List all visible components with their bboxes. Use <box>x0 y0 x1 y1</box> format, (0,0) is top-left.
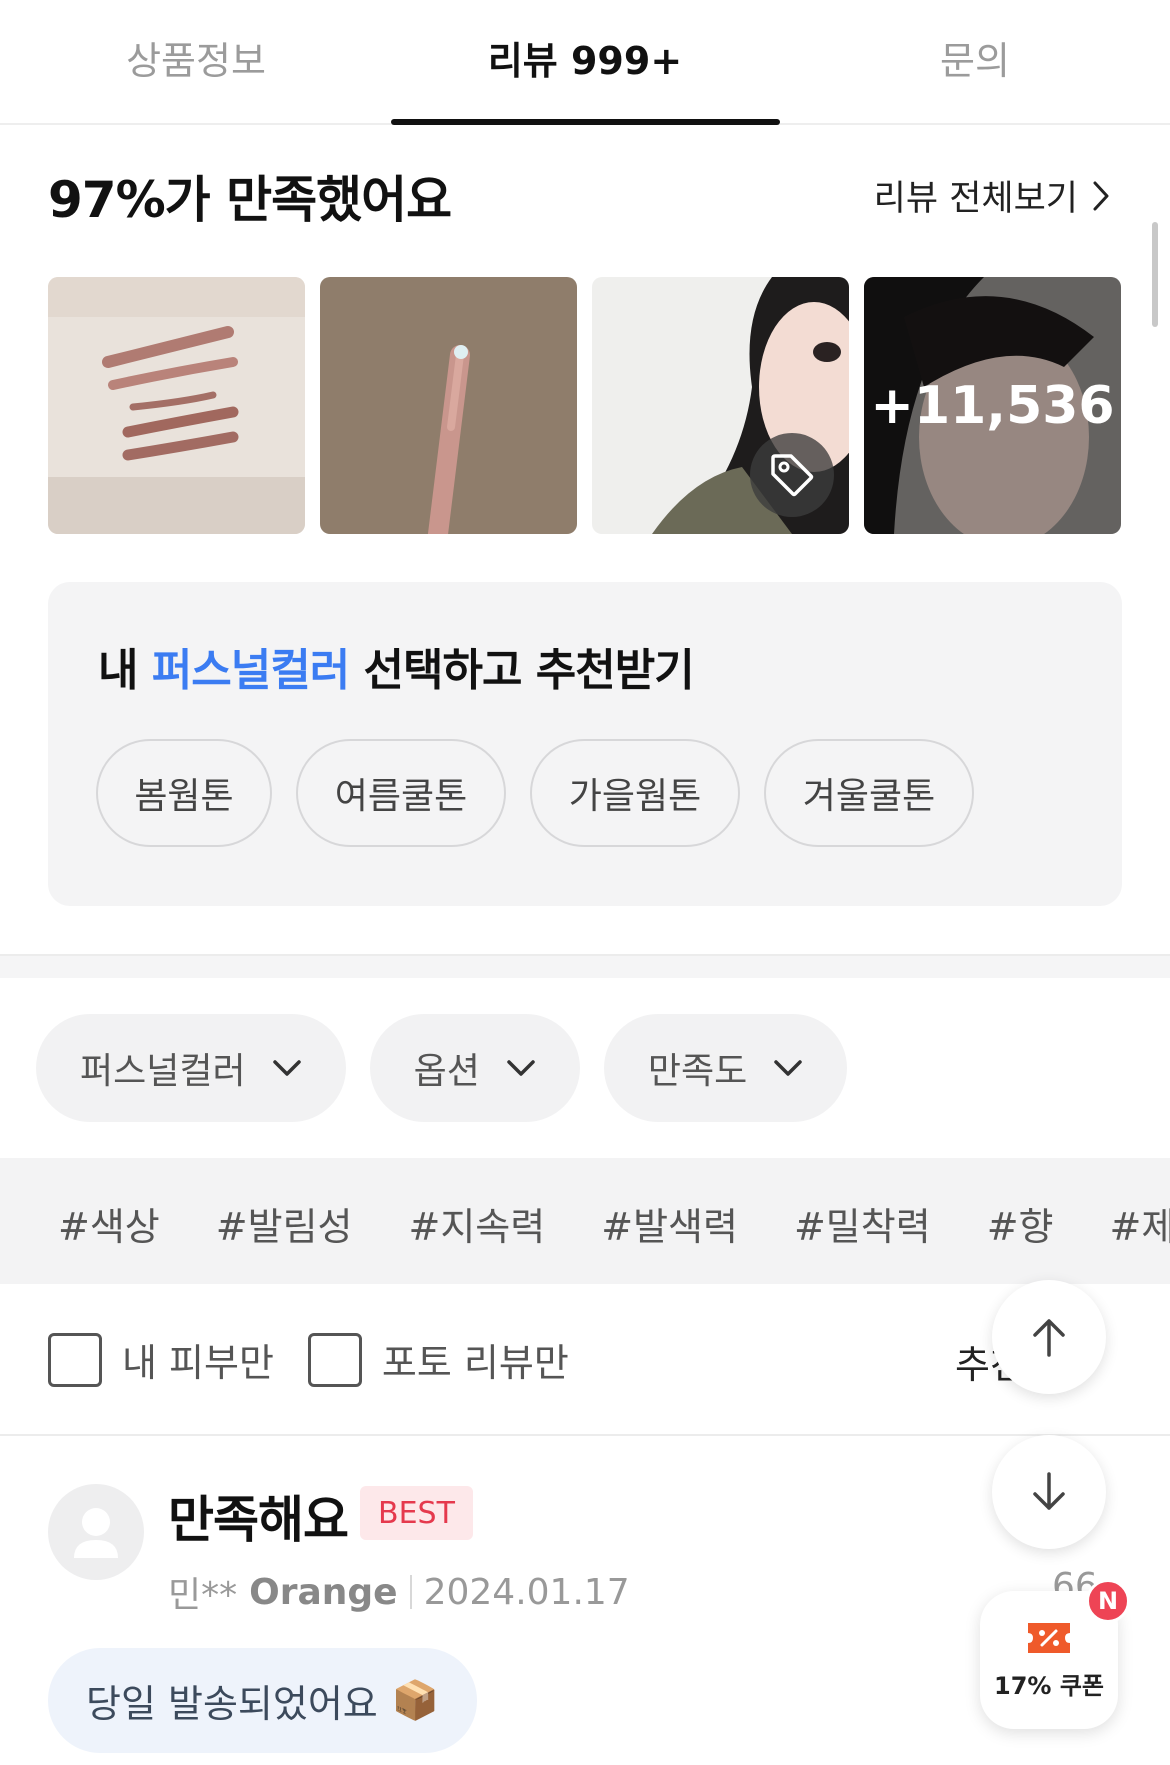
review-title: 만족해요 <box>168 1491 349 1549</box>
coupon-button[interactable]: 17% 쿠폰 N <box>980 1579 1130 1729</box>
filter-option[interactable]: 옵션 <box>369 1014 580 1122</box>
filter-label: 퍼스널컬러 <box>80 1051 246 1092</box>
review-photo-selfie[interactable] <box>592 277 849 534</box>
view-all-reviews-link[interactable]: 리뷰 전체보기 <box>874 170 1110 221</box>
view-all-label: 리뷰 전체보기 <box>873 179 1078 219</box>
hashtag-scent[interactable]: #향 <box>987 1196 1054 1251</box>
chip-spring-warm[interactable]: 봄웜톤 <box>96 739 272 847</box>
arrow-down-icon <box>1033 1472 1065 1510</box>
user-icon <box>74 1508 118 1558</box>
title-suffix: 선택하고 추천받기 <box>349 645 695 696</box>
filter-label: 옵션 <box>413 1051 480 1092</box>
package-icon: 📦 <box>391 1678 440 1722</box>
review-photo-more[interactable]: +11,536 <box>864 277 1121 534</box>
more-photos-count: +11,536 <box>864 277 1121 534</box>
scroll-top-button[interactable] <box>992 1280 1106 1394</box>
best-badge: BEST <box>360 1486 473 1540</box>
hashtag-pigment[interactable]: #발색력 <box>601 1196 738 1251</box>
photo-review-only-toggle[interactable]: 포토 리뷰만 <box>307 1332 569 1387</box>
avatar <box>48 1484 144 1580</box>
chevron-down-icon <box>774 1060 802 1076</box>
satisfaction-title: 97%가 만족했어요 <box>48 171 452 229</box>
title-highlight: 퍼스널컬러 <box>151 645 350 696</box>
review-photo-strip: +11,536 <box>48 277 1121 534</box>
hashtag-adherence[interactable]: #밀착력 <box>794 1196 931 1251</box>
active-tab-indicator <box>391 119 780 125</box>
chip-text: 당일 발송되었어요 <box>86 1682 378 1726</box>
chip-autumn-warm[interactable]: 가을웜톤 <box>530 739 740 847</box>
checkbox[interactable] <box>48 1332 102 1387</box>
filter-bar: 퍼스널컬러 옵션 만족도 <box>36 1014 848 1122</box>
hashtag-texture[interactable]: #제형 <box>1110 1196 1170 1251</box>
my-skin-label: 내 피부만 <box>122 1341 274 1385</box>
hashtag-bar: #색상 #발림성 #지속력 #발색력 #밀착력 #향 #제형 <box>0 1158 1170 1284</box>
scroll-bottom-button[interactable] <box>992 1435 1106 1549</box>
coupon-label: 17% 쿠폰 <box>994 1671 1104 1700</box>
review-keyword-chip: 당일 발송되었어요 📦 <box>48 1648 478 1753</box>
chip-summer-cool[interactable]: 여름쿨톤 <box>296 739 506 847</box>
chevron-right-icon <box>1093 181 1109 210</box>
tab-bar: 상품정보 리뷰 999+ 문의 <box>0 0 1170 125</box>
review-skin-tone: Orange <box>249 1571 398 1613</box>
review-photo-pencil[interactable] <box>320 277 577 534</box>
scrollbar[interactable] <box>1152 222 1158 327</box>
filter-personal-color[interactable]: 퍼스널컬러 <box>36 1014 346 1122</box>
review-photo-swatch-hand[interactable] <box>48 277 305 534</box>
filter-label: 만족도 <box>647 1051 748 1092</box>
review-meta: 민** Orange 2024.01.17 <box>168 1566 630 1618</box>
title-prefix: 내 <box>98 645 152 696</box>
new-badge: N <box>1086 1579 1130 1623</box>
review-options-row: 내 피부만 포토 리뷰만 <box>48 1332 569 1387</box>
filter-satisfaction[interactable]: 만족도 <box>603 1014 848 1122</box>
personal-color-panel: 내 퍼스널컬러 선택하고 추천받기 봄웜톤 여름쿨톤 가을웜톤 겨울쿨톤 <box>48 582 1122 906</box>
review-author: 민** <box>168 1575 238 1616</box>
chevron-down-icon <box>507 1060 535 1076</box>
review-date: 2024.01.17 <box>423 1571 630 1613</box>
tab-reviews[interactable]: 리뷰 999+ <box>435 30 735 85</box>
section-divider <box>0 954 1170 978</box>
hashtag-longevity[interactable]: #지속력 <box>409 1196 546 1251</box>
arrow-up-icon <box>1033 1319 1065 1357</box>
chip-winter-cool[interactable]: 겨울쿨톤 <box>764 739 974 847</box>
tab-product-info[interactable]: 상품정보 <box>46 30 346 85</box>
hashtag-color[interactable]: #색상 <box>58 1196 160 1251</box>
tag-icon <box>771 454 814 497</box>
tag-badge <box>750 433 834 517</box>
divider <box>0 1434 1170 1436</box>
meta-separator <box>409 1575 412 1609</box>
my-skin-only-toggle[interactable]: 내 피부만 <box>48 1332 274 1387</box>
chevron-down-icon <box>272 1060 301 1076</box>
photo-only-label: 포토 리뷰만 <box>381 1341 569 1385</box>
checkbox[interactable] <box>307 1332 362 1387</box>
personal-color-options: 봄웜톤 여름쿨톤 가을웜톤 겨울쿨톤 <box>96 739 974 847</box>
hashtag-application[interactable]: #발림성 <box>216 1196 353 1251</box>
coupon-icon <box>1028 1622 1070 1653</box>
personal-color-title: 내 퍼스널컬러 선택하고 추천받기 <box>98 634 695 698</box>
tab-inquiry[interactable]: 문의 <box>825 30 1125 85</box>
